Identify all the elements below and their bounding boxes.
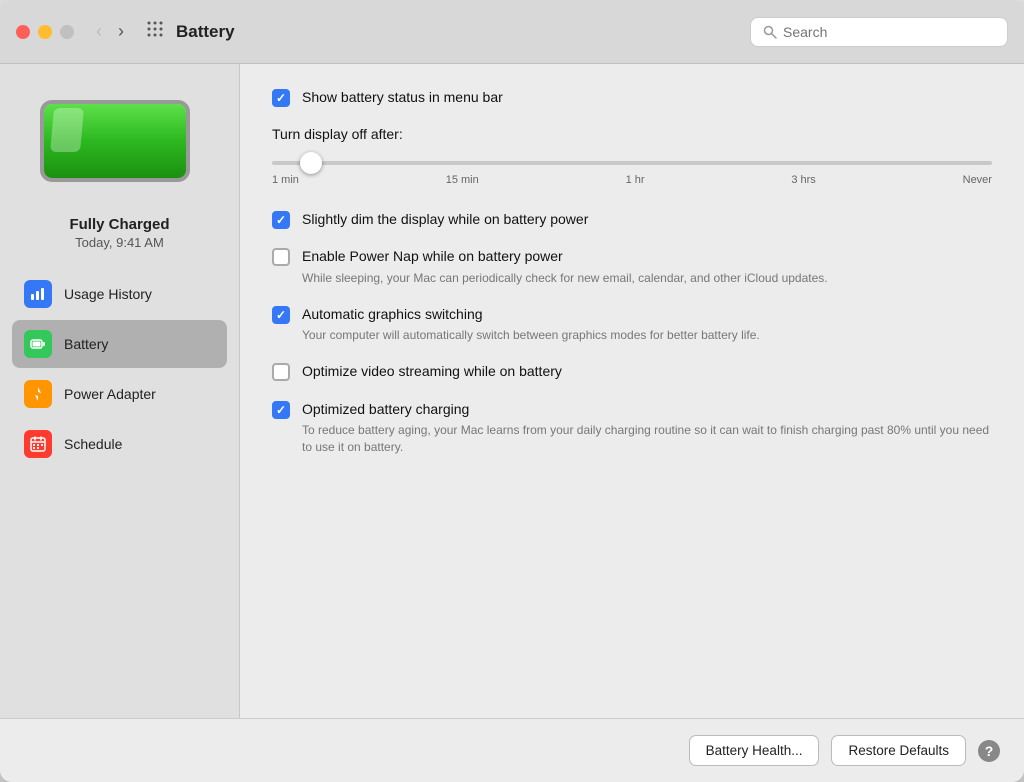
slider-label: Turn display off after: bbox=[272, 126, 992, 142]
sidebar-item-label-power: Power Adapter bbox=[64, 386, 156, 402]
slider-labels: 1 min 15 min 1 hr 3 hrs Never bbox=[272, 174, 992, 186]
back-button[interactable]: ‹ bbox=[90, 19, 108, 44]
setting-row-power-nap: Enable Power Nap while on battery power … bbox=[272, 247, 992, 286]
checkbox-dim[interactable] bbox=[272, 211, 290, 229]
forward-button[interactable]: › bbox=[112, 19, 130, 44]
checkbox-optimized-charging[interactable] bbox=[272, 401, 290, 419]
sidebar-item-usage-history[interactable]: Usage History bbox=[12, 270, 227, 318]
search-icon bbox=[763, 25, 777, 39]
sidebar-item-label-usage: Usage History bbox=[64, 286, 152, 302]
battery-time-text: Today, 9:41 AM bbox=[69, 235, 169, 250]
sidebar-item-schedule[interactable]: Schedule bbox=[12, 420, 227, 468]
setting-label-dim: Slightly dim the display while on batter… bbox=[302, 210, 588, 230]
checkbox-power-nap[interactable] bbox=[272, 248, 290, 266]
setting-label-optimized-charging: Optimized battery charging bbox=[302, 400, 992, 420]
battery-body bbox=[40, 100, 190, 182]
setting-text-show-battery: Show battery status in menu bar bbox=[302, 88, 503, 108]
sidebar-nav: Usage History Battery bbox=[0, 270, 239, 470]
setting-desc-power-nap: While sleeping, your Mac can periodicall… bbox=[302, 270, 828, 287]
setting-text-optimized-charging: Optimized battery charging To reduce bat… bbox=[302, 400, 992, 456]
battery-tip bbox=[188, 127, 190, 155]
main-content: Fully Charged Today, 9:41 AM Usage Histo… bbox=[0, 64, 1024, 718]
battery-status: Fully Charged Today, 9:41 AM bbox=[69, 216, 169, 250]
minimize-button[interactable] bbox=[38, 25, 52, 39]
checkbox-video-stream-wrap bbox=[272, 363, 290, 381]
slider-label-3hrs: 3 hrs bbox=[791, 174, 815, 186]
grid-button[interactable] bbox=[146, 20, 164, 43]
checkbox-optimized-charging-wrap bbox=[272, 401, 290, 419]
window-title: Battery bbox=[176, 22, 750, 42]
setting-row-optimized-charging: Optimized battery charging To reduce bat… bbox=[272, 400, 992, 456]
setting-desc-auto-graphics: Your computer will automatically switch … bbox=[302, 327, 760, 344]
grid-icon bbox=[146, 20, 164, 38]
setting-row-dim: Slightly dim the display while on batter… bbox=[272, 210, 992, 230]
checkbox-show-battery[interactable] bbox=[272, 89, 290, 107]
slider-label-never: Never bbox=[963, 174, 992, 186]
bottom-bar: Battery Health... Restore Defaults ? bbox=[0, 718, 1024, 782]
maximize-button[interactable] bbox=[60, 25, 74, 39]
slider-label-1min: 1 min bbox=[272, 174, 299, 186]
nav-buttons: ‹ › bbox=[90, 19, 130, 44]
sidebar-item-battery[interactable]: Battery bbox=[12, 320, 227, 368]
battery-nav-icon bbox=[24, 330, 52, 358]
checkbox-auto-graphics[interactable] bbox=[272, 306, 290, 324]
slider-section: Turn display off after: 1 min 15 min 1 h… bbox=[272, 126, 992, 186]
setting-text-power-nap: Enable Power Nap while on battery power … bbox=[302, 247, 828, 286]
system-preferences-window: ‹ › Battery bbox=[0, 0, 1024, 782]
restore-defaults-button[interactable]: Restore Defaults bbox=[831, 735, 966, 766]
checkbox-power-nap-wrap bbox=[272, 248, 290, 266]
power-adapter-icon bbox=[24, 380, 52, 408]
setting-row-video-stream: Optimize video streaming while on batter… bbox=[272, 362, 992, 382]
setting-label-video-stream: Optimize video streaming while on batter… bbox=[302, 362, 562, 382]
slider-label-1hr: 1 hr bbox=[626, 174, 645, 186]
setting-text-auto-graphics: Automatic graphics switching Your comput… bbox=[302, 305, 760, 344]
setting-text-video-stream: Optimize video streaming while on batter… bbox=[302, 362, 562, 382]
setting-text-dim: Slightly dim the display while on batter… bbox=[302, 210, 588, 230]
setting-row-auto-graphics: Automatic graphics switching Your comput… bbox=[272, 305, 992, 344]
battery-shine bbox=[50, 108, 84, 152]
titlebar: ‹ › Battery bbox=[0, 0, 1024, 64]
setting-label-auto-graphics: Automatic graphics switching bbox=[302, 305, 760, 325]
setting-label-show-battery: Show battery status in menu bar bbox=[302, 88, 503, 108]
sidebar-item-label-schedule: Schedule bbox=[64, 436, 122, 452]
setting-desc-optimized-charging: To reduce battery aging, your Mac learns… bbox=[302, 422, 992, 456]
traffic-lights bbox=[16, 25, 74, 39]
checkbox-auto-graphics-wrap bbox=[272, 306, 290, 324]
sidebar: Fully Charged Today, 9:41 AM Usage Histo… bbox=[0, 64, 240, 718]
close-button[interactable] bbox=[16, 25, 30, 39]
slider-label-15min: 15 min bbox=[446, 174, 479, 186]
schedule-icon bbox=[24, 430, 52, 458]
checkbox-dim-wrap bbox=[272, 211, 290, 229]
settings-area: Show battery status in menu bar Turn dis… bbox=[272, 88, 992, 694]
setting-label-power-nap: Enable Power Nap while on battery power bbox=[302, 247, 828, 267]
battery-status-text: Fully Charged bbox=[69, 216, 169, 233]
usage-history-icon bbox=[24, 280, 52, 308]
display-off-slider[interactable] bbox=[272, 161, 992, 165]
battery-graphic bbox=[40, 100, 200, 190]
search-input[interactable] bbox=[783, 24, 995, 40]
checkbox-show-battery-wrap bbox=[272, 89, 290, 107]
help-button[interactable]: ? bbox=[978, 740, 1000, 762]
battery-health-button[interactable]: Battery Health... bbox=[689, 735, 820, 766]
right-panel: Show battery status in menu bar Turn dis… bbox=[240, 64, 1024, 718]
sidebar-item-power-adapter[interactable]: Power Adapter bbox=[12, 370, 227, 418]
search-box[interactable] bbox=[750, 17, 1008, 47]
checkbox-video-stream[interactable] bbox=[272, 363, 290, 381]
battery-fill bbox=[44, 104, 186, 178]
sidebar-item-label-battery: Battery bbox=[64, 336, 108, 352]
setting-row-show-battery: Show battery status in menu bar bbox=[272, 88, 992, 108]
